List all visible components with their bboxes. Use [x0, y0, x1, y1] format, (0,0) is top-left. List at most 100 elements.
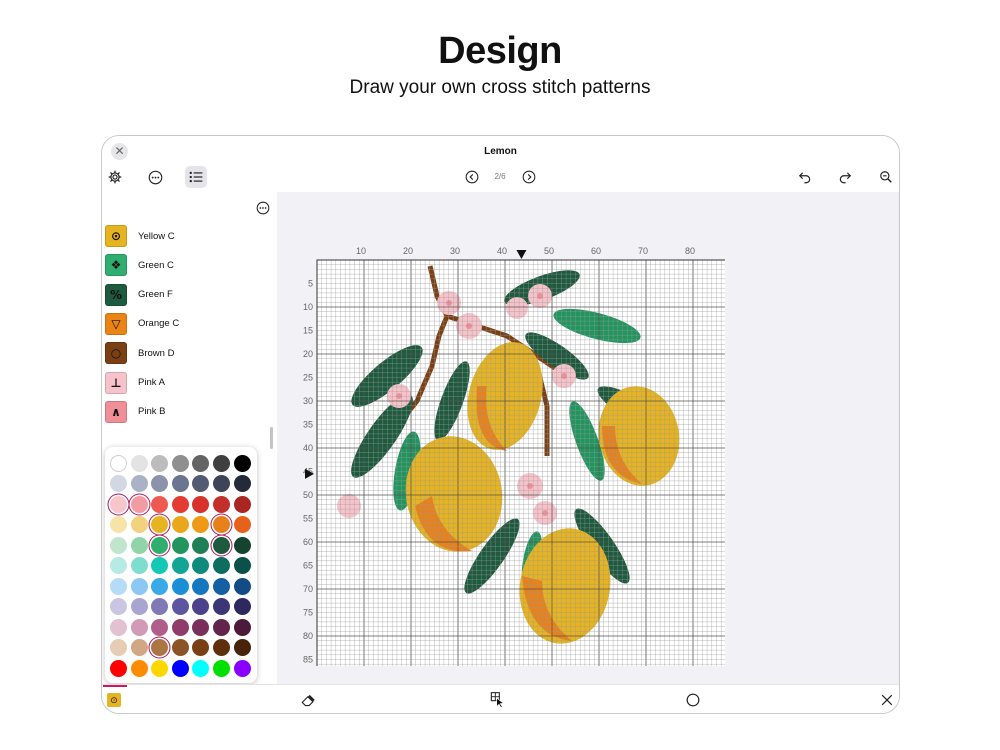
palette-color[interactable]	[233, 495, 251, 513]
palette-color[interactable]	[233, 577, 251, 595]
palette-color[interactable]	[212, 495, 230, 513]
next-page-button[interactable]	[518, 166, 540, 188]
thread-options-button[interactable]	[256, 201, 270, 220]
palette-color[interactable]	[151, 639, 169, 657]
palette-color[interactable]	[192, 577, 210, 595]
palette-color[interactable]	[130, 516, 148, 534]
palette-color[interactable]	[151, 454, 169, 472]
cross-stitch-button[interactable]	[877, 690, 897, 710]
palette-color[interactable]	[212, 659, 230, 677]
palette-color[interactable]	[130, 618, 148, 636]
palette-color[interactable]	[151, 516, 169, 534]
palette-color[interactable]	[233, 618, 251, 636]
pattern-grid[interactable]: 1010202030304040505060607070808055101015…	[297, 226, 725, 666]
palette-color[interactable]	[110, 536, 127, 554]
palette-color[interactable]	[171, 516, 189, 534]
palette-color[interactable]	[171, 495, 189, 513]
palette-color[interactable]	[233, 454, 251, 472]
palette-color[interactable]	[130, 475, 148, 493]
palette-color[interactable]	[212, 618, 230, 636]
eraser-button[interactable]	[298, 690, 318, 710]
palette-color[interactable]	[192, 495, 210, 513]
palette-color[interactable]	[212, 475, 230, 493]
palette-color[interactable]	[192, 516, 210, 534]
settings-button[interactable]	[104, 166, 126, 188]
palette-color[interactable]	[110, 618, 127, 636]
palette-color[interactable]	[171, 598, 189, 616]
palette-color[interactable]	[233, 475, 251, 493]
pattern-canvas-area[interactable]: 1010202030304040505060607070808055101015…	[277, 192, 899, 684]
palette-color[interactable]	[130, 495, 148, 513]
palette-color[interactable]	[110, 454, 127, 472]
thread-row[interactable]: ⊙ Yellow C	[105, 224, 255, 248]
palette-color[interactable]	[192, 598, 210, 616]
palette-color[interactable]	[233, 659, 251, 677]
palette-color[interactable]	[151, 598, 169, 616]
more-options-button[interactable]	[144, 166, 166, 188]
palette-color[interactable]	[192, 639, 210, 657]
palette-color[interactable]	[192, 557, 210, 575]
palette-color[interactable]	[130, 598, 148, 616]
palette-color[interactable]	[171, 618, 189, 636]
palette-color[interactable]	[130, 659, 148, 677]
palette-color[interactable]	[130, 454, 148, 472]
palette-color[interactable]	[171, 454, 189, 472]
thread-list-button[interactable]	[185, 166, 207, 188]
shape-tool-button[interactable]	[683, 690, 703, 710]
palette-color[interactable]	[151, 495, 169, 513]
palette-color[interactable]	[110, 598, 127, 616]
palette-color[interactable]	[212, 598, 230, 616]
palette-color[interactable]	[212, 639, 230, 657]
palette-color[interactable]	[212, 536, 230, 554]
palette-color[interactable]	[192, 618, 210, 636]
select-tool-button[interactable]	[488, 690, 508, 710]
palette-color[interactable]	[171, 536, 189, 554]
thread-row[interactable]: ⊥ Pink A	[105, 371, 255, 395]
palette-color[interactable]	[151, 577, 169, 595]
palette-color[interactable]	[110, 516, 127, 534]
palette-color[interactable]	[192, 475, 210, 493]
palette-color[interactable]	[151, 618, 169, 636]
palette-color[interactable]	[212, 516, 230, 534]
palette-color[interactable]	[192, 536, 210, 554]
palette-color[interactable]	[110, 475, 127, 493]
palette-color[interactable]	[110, 639, 127, 657]
redo-button[interactable]	[834, 166, 856, 188]
palette-color[interactable]	[233, 639, 251, 657]
undo-button[interactable]	[794, 166, 816, 188]
palette-color[interactable]	[171, 557, 189, 575]
palette-color[interactable]	[110, 495, 127, 513]
palette-color[interactable]	[233, 516, 251, 534]
palette-color[interactable]	[130, 557, 148, 575]
palette-color[interactable]	[151, 536, 169, 554]
palette-color[interactable]	[130, 577, 148, 595]
palette-color[interactable]	[192, 454, 210, 472]
palette-color[interactable]	[212, 454, 230, 472]
thread-row[interactable]: ▽ Orange C	[105, 312, 255, 336]
palette-color[interactable]	[192, 659, 210, 677]
palette-color[interactable]	[110, 577, 127, 595]
palette-color[interactable]	[212, 557, 230, 575]
scrollbar[interactable]	[270, 427, 273, 449]
thread-row[interactable]: % Green F	[105, 283, 255, 307]
palette-color[interactable]	[130, 536, 148, 554]
thread-row[interactable]: ❖ Green C	[105, 253, 255, 277]
thread-row[interactable]: ∧ Pink B	[105, 400, 255, 424]
palette-color[interactable]	[171, 475, 189, 493]
palette-color[interactable]	[171, 577, 189, 595]
previous-page-button[interactable]	[461, 166, 483, 188]
zoom-out-button[interactable]	[875, 166, 897, 188]
palette-color[interactable]	[151, 475, 169, 493]
palette-color[interactable]	[171, 639, 189, 657]
current-thread-button[interactable]: ⊙	[104, 690, 124, 710]
palette-color[interactable]	[212, 577, 230, 595]
palette-color[interactable]	[233, 536, 251, 554]
palette-color[interactable]	[233, 557, 251, 575]
palette-color[interactable]	[151, 659, 169, 677]
palette-color[interactable]	[130, 639, 148, 657]
palette-color[interactable]	[171, 659, 189, 677]
palette-color[interactable]	[233, 598, 251, 616]
palette-color[interactable]	[110, 659, 127, 677]
palette-color[interactable]	[110, 557, 127, 575]
thread-row[interactable]: ○ Brown D	[105, 341, 255, 365]
